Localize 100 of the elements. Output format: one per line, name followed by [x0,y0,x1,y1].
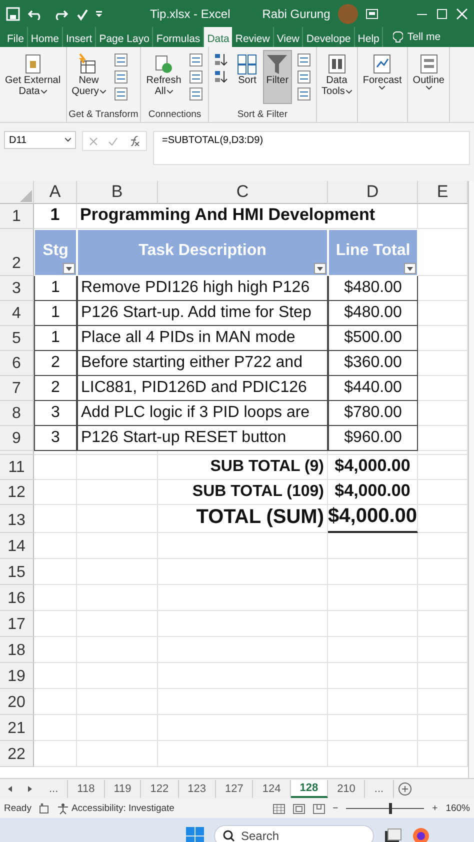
accessibility-icon[interactable] [57,802,70,814]
sheet-tab[interactable]: ... [365,780,394,798]
accessibility-status[interactable]: Accessibility: Investigate [71,803,174,814]
small-tool-icon[interactable] [114,87,128,101]
row-header[interactable]: 11 [0,455,34,480]
ribbon-button[interactable]: Filter [263,50,292,104]
check-icon[interactable] [108,136,118,146]
small-tool-icon[interactable] [114,53,128,67]
tell-me-search[interactable]: Tell me [405,27,443,47]
column-header[interactable]: E [418,181,468,204]
empty-cell[interactable] [158,533,328,559]
empty-cell[interactable] [328,637,418,663]
column-header[interactable]: B [77,181,158,204]
empty-cell[interactable] [158,611,328,637]
row-header[interactable]: 2 [0,229,34,276]
row-header[interactable]: 4 [0,301,34,326]
sheet-tab[interactable]: 118 [68,780,105,798]
zoom-in-button[interactable]: + [432,803,438,814]
page-layout-icon[interactable] [292,804,305,814]
empty-cell[interactable] [77,689,158,715]
zoom-slider[interactable] [389,803,392,814]
function-icon[interactable] [128,136,140,146]
ribbon-button[interactable]: Refresh All [143,50,184,104]
filter-dropdown[interactable] [404,263,416,274]
row-header[interactable]: 6 [0,351,34,376]
empty-cell[interactable] [328,689,418,715]
empty-cell[interactable] [77,715,158,741]
row-header[interactable]: 5 [0,326,34,351]
maximize-icon[interactable] [436,8,448,20]
row-header[interactable]: 8 [0,401,34,426]
search-field[interactable]: Search [214,824,374,842]
page-break-icon[interactable] [312,804,325,814]
column-header[interactable]: C [158,181,328,204]
column-header[interactable]: D [328,181,418,204]
empty-cell[interactable] [328,585,418,611]
empty-cell[interactable] [328,611,418,637]
empty-cell[interactable] [158,741,328,767]
sheet-tab[interactable]: ... [40,780,68,798]
empty-cell[interactable] [328,451,418,455]
small-tool-icon[interactable] [189,87,204,101]
ribbon-button[interactable]: Data Tools [318,50,355,104]
formula-field[interactable]: =SUBTOTAL(9,D3:D9) [153,131,470,165]
empty-cell[interactable] [77,585,158,611]
row-header[interactable]: 17 [0,611,34,637]
filter-dropdown[interactable] [314,263,326,274]
ribbon-button[interactable]: New Query [68,50,109,104]
zoom-out-button[interactable]: − [332,803,338,814]
row-header[interactable]: 15 [0,559,34,585]
spelling-check-icon[interactable] [76,6,88,20]
empty-cell[interactable] [158,689,328,715]
ribbon-button[interactable]: Sort [233,50,262,104]
row-header[interactable]: 14 [0,533,34,559]
sheet-tab[interactable]: 210 [328,780,366,798]
ribbon-button[interactable]: Get External Data [2,50,64,104]
row-header[interactable]: 7 [0,376,34,401]
empty-cell[interactable] [77,611,158,637]
small-tool-icon[interactable] [189,53,204,67]
small-tool-icon[interactable] [189,70,204,84]
small-tool-icon[interactable] [296,87,311,101]
row-header[interactable]: 18 [0,637,34,663]
task-view-icon[interactable] [384,828,402,842]
row-header[interactable]: 19 [0,663,34,689]
row-header[interactable]: 9 [0,426,34,451]
windows-icon[interactable] [186,826,204,842]
empty-cell[interactable] [158,559,328,585]
sort-icon[interactable] [214,70,228,84]
sheet-tab[interactable]: 128 [290,780,328,798]
ribbon-tab[interactable]: Data [204,27,232,47]
avatar-icon[interactable] [338,4,358,24]
small-tool-icon[interactable] [114,70,128,84]
row-header[interactable]: 13 [0,505,34,533]
empty-cell[interactable] [77,455,158,480]
browser-icon[interactable] [412,826,430,842]
column-header[interactable]: A [34,181,77,204]
row-header[interactable]: 12 [0,480,34,505]
empty-cell[interactable] [158,663,328,689]
empty-cell[interactable] [77,741,158,767]
ribbon-button[interactable]: Forecast [360,50,405,104]
empty-cell[interactable] [328,741,418,767]
ribbon-button[interactable]: Outline [410,50,448,104]
empty-cell[interactable] [77,637,158,663]
customize-icon[interactable] [96,10,102,18]
normal-view-icon[interactable] [272,804,285,814]
empty-cell[interactable] [158,637,328,663]
empty-cell[interactable] [158,715,328,741]
small-tool-icon[interactable] [296,70,311,84]
cancel-icon[interactable] [89,136,98,146]
name-box[interactable]: D11 [9,134,27,146]
empty-cell[interactable] [77,480,158,505]
zoom-level[interactable]: 160% [446,803,470,814]
sheet-tab[interactable]: 119 [104,780,142,798]
empty-cell[interactable] [158,585,328,611]
empty-cell[interactable] [328,559,418,585]
empty-cell[interactable] [328,715,418,741]
empty-cell[interactable] [328,663,418,689]
small-tool-icon[interactable] [296,53,311,67]
row-header[interactable]: 20 [0,689,34,715]
row-header[interactable]: 16 [0,585,34,611]
sheet-tab[interactable]: 123 [178,780,216,798]
row-header[interactable]: 3 [0,276,34,301]
